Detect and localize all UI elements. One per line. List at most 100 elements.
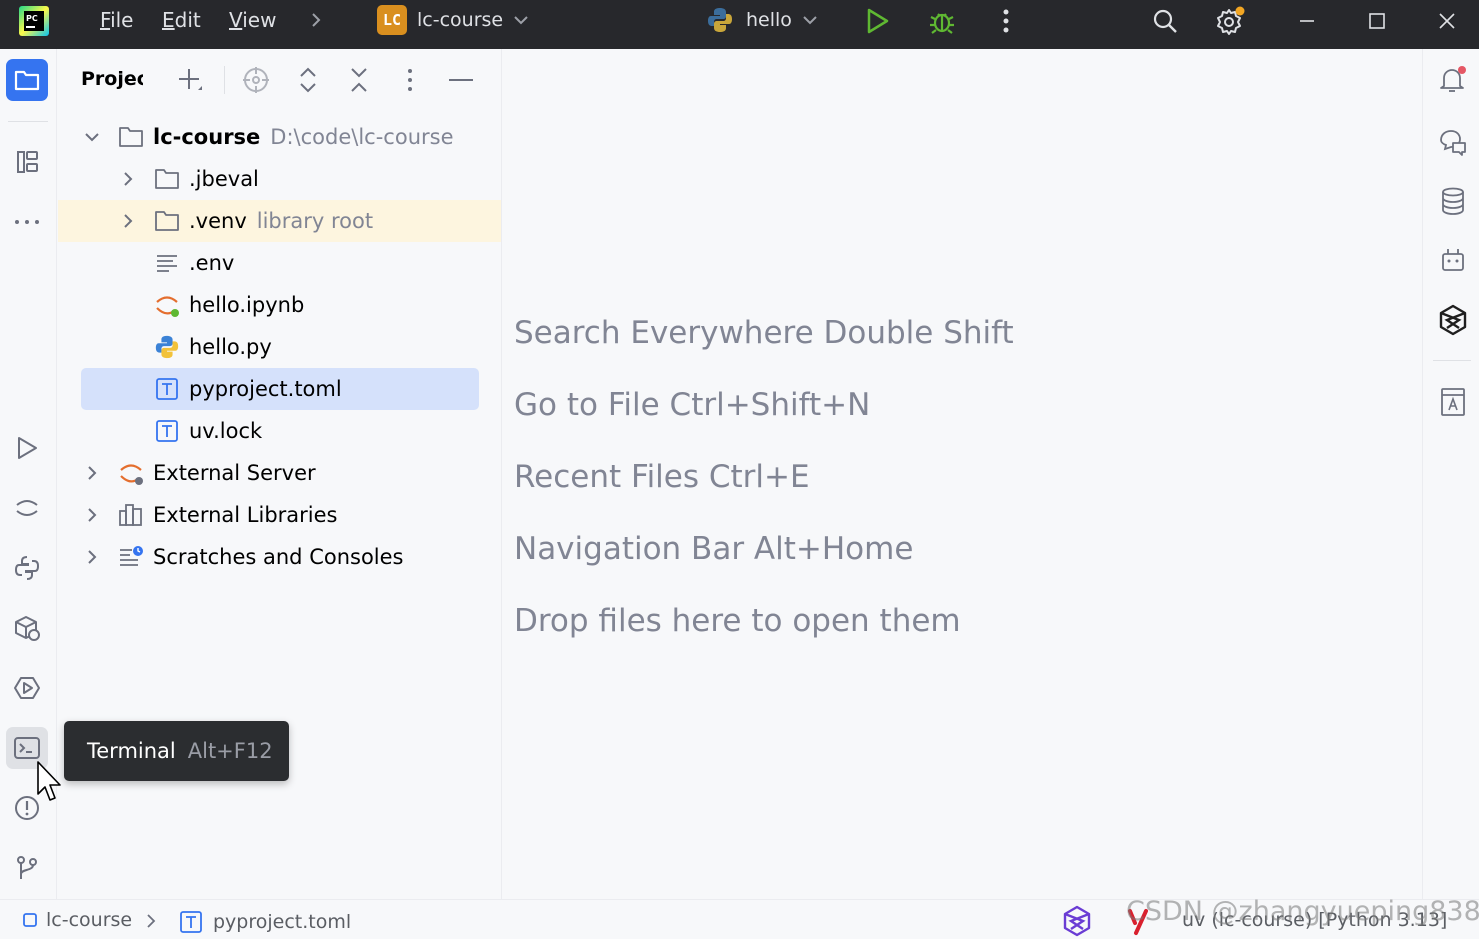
notifications-button[interactable]	[1436, 63, 1470, 97]
tree-row-uv-lock[interactable]: uv.lock	[58, 410, 501, 452]
jupyter-icon	[16, 500, 38, 516]
maximize-icon	[1369, 13, 1385, 29]
tree-row-scratches[interactable]: Scratches and Consoles	[58, 536, 501, 578]
menu-file[interactable]: File	[100, 8, 133, 32]
tree-row-hello-py[interactable]: hello.py	[58, 326, 501, 368]
doc-icon	[1441, 388, 1465, 416]
tree-row-env[interactable]: .env	[58, 242, 501, 284]
more-actions-button[interactable]	[991, 6, 1021, 36]
copilot-status-icon[interactable]	[1060, 905, 1094, 937]
locate-file-button[interactable]	[240, 64, 272, 96]
menu-view[interactable]: View	[229, 8, 276, 32]
menu-edit-label: dit	[174, 8, 201, 32]
copilot-button[interactable]	[1436, 303, 1470, 337]
root-name: lc-course	[153, 125, 261, 149]
minimize-button[interactable]	[1292, 6, 1322, 36]
services-tool-button[interactable]	[6, 667, 48, 709]
tree-label: .jbeval	[189, 167, 259, 191]
structure-icon	[17, 151, 38, 173]
ai-assistant-button[interactable]	[1436, 125, 1470, 159]
debug-button[interactable]	[927, 6, 957, 36]
chevron-down-icon[interactable]	[82, 127, 102, 147]
chevron-right-icon[interactable]	[118, 169, 138, 189]
services-icon	[14, 677, 40, 699]
strip-separator	[8, 121, 48, 122]
editor-empty-state: Search Everywhere Double Shift Go to Fil…	[502, 49, 1422, 899]
tree-row-root[interactable]: lc-course D:\code\lc-course	[58, 116, 501, 158]
run-icon	[18, 437, 37, 459]
hide-panel-button[interactable]	[445, 64, 477, 96]
git-branch-icon	[17, 856, 37, 879]
chevron-right-icon[interactable]	[82, 463, 102, 483]
folder-icon	[155, 211, 179, 231]
chevron-right-icon	[147, 914, 156, 928]
more-tools-button[interactable]	[6, 201, 48, 243]
chevron-right-icon[interactable]	[82, 505, 102, 525]
tree-row-hello-ipynb[interactable]: hello.ipynb	[58, 284, 501, 326]
strip-separator	[1433, 360, 1471, 361]
bug-icon	[930, 13, 954, 34]
python-plugin-button[interactable]	[1436, 243, 1470, 277]
breadcrumb-root[interactable]: lc-course	[22, 909, 132, 931]
run-icon	[867, 8, 889, 34]
chevron-down-icon	[514, 16, 528, 25]
menu-view-mnemonic: V	[229, 8, 243, 32]
plugin-icon	[1442, 249, 1464, 271]
terminal-tooltip: Terminal Alt+F12	[64, 721, 289, 781]
chevron-down-icon	[803, 16, 817, 25]
close-button[interactable]	[1432, 6, 1462, 36]
more-menus-chevron-icon[interactable]	[307, 10, 325, 30]
panel-options-button[interactable]	[394, 64, 426, 96]
hint-recent-files: Recent Files Ctrl+E	[514, 459, 810, 495]
python-console-tool-button[interactable]	[6, 547, 48, 589]
hint-drop-files: Drop files here to open them	[514, 603, 961, 639]
collapse-all-button[interactable]	[343, 64, 375, 96]
run-tool-button[interactable]	[6, 427, 48, 469]
run-button[interactable]	[862, 6, 892, 36]
mouse-cursor-icon	[37, 761, 61, 801]
documentation-button[interactable]	[1436, 385, 1470, 419]
plus-icon	[179, 69, 202, 90]
python-packages-tool-button[interactable]	[6, 607, 48, 649]
tree-label: External Server	[153, 461, 316, 485]
maximize-button[interactable]	[1362, 6, 1392, 36]
gear-icon	[1217, 6, 1245, 35]
copilot-icon	[1439, 304, 1467, 336]
chat-bubbles-icon	[1440, 130, 1466, 156]
chevron-right-icon[interactable]	[118, 211, 138, 231]
search-button[interactable]	[1150, 6, 1180, 36]
jupyter-tool-button[interactable]	[6, 487, 48, 529]
terminal-icon	[14, 737, 40, 759]
more-vertical-icon	[1003, 9, 1009, 33]
root-path: D:\code\lc-course	[270, 125, 454, 149]
git-tool-button[interactable]	[6, 847, 48, 889]
hint-go-to-file: Go to File Ctrl+Shift+N	[514, 387, 871, 423]
bell-icon	[1440, 66, 1466, 92]
project-tool-button[interactable]	[6, 59, 48, 101]
project-switcher[interactable]: LC lc-course	[377, 5, 529, 35]
breadcrumb-file[interactable]: pyproject.toml	[178, 909, 351, 935]
search-icon	[1153, 9, 1177, 33]
settings-button[interactable]	[1215, 6, 1245, 36]
tree-row-external-server[interactable]: External Server	[58, 452, 501, 494]
tree-label: External Libraries	[153, 503, 338, 527]
chevron-right-icon[interactable]	[82, 547, 102, 567]
pycharm-logo-icon[interactable]: PC	[19, 6, 49, 36]
tree-row-external-libraries[interactable]: External Libraries	[58, 494, 501, 536]
tree-label: hello.ipynb	[189, 293, 305, 317]
menu-edit[interactable]: Edit	[162, 8, 201, 32]
folder-icon	[155, 169, 179, 189]
database-button[interactable]	[1436, 184, 1470, 218]
new-file-button[interactable]	[174, 64, 206, 96]
menu-file-mnemonic: F	[100, 8, 111, 32]
tree-row-venv[interactable]: .venv library root	[58, 200, 501, 242]
tree-label: .env	[189, 251, 235, 275]
menu-file-label: ile	[110, 8, 134, 32]
tree-row-pyproject-toml[interactable]: pyproject.toml	[58, 368, 501, 410]
expand-all-icon	[300, 67, 316, 93]
tree-row-jbeval[interactable]: .jbeval	[58, 158, 501, 200]
run-config-selector[interactable]: hello	[706, 5, 818, 35]
structure-tool-button[interactable]	[6, 141, 48, 183]
tree-label: Scratches and Consoles	[153, 545, 404, 569]
expand-all-button[interactable]	[292, 64, 324, 96]
